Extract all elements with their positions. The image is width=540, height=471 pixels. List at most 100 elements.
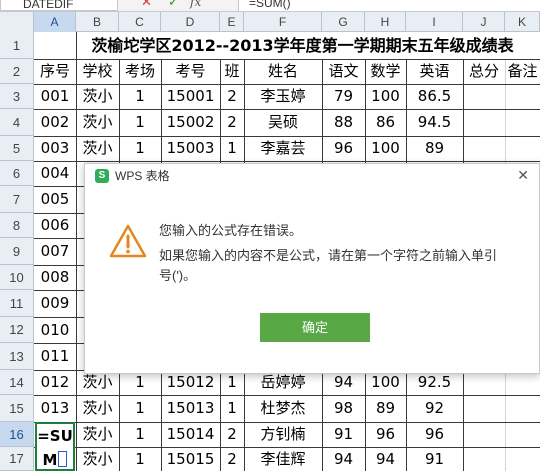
table-cell[interactable]: 茨小 [76, 136, 119, 161]
table-cell[interactable]: 15013 [161, 395, 220, 422]
row-header-17[interactable]: 17 [0, 447, 34, 471]
row-header-14[interactable]: 14 [0, 370, 34, 395]
row-header-16[interactable]: 16 [0, 422, 34, 447]
table-cell[interactable]: 15001 [161, 84, 220, 109]
table-cell[interactable]: 91 [406, 447, 463, 471]
table-cell[interactable]: 1 [220, 395, 244, 422]
table-cell[interactable]: 100 [365, 136, 406, 161]
table-cell[interactable]: 002 [34, 109, 76, 136]
table-cell[interactable]: 100 [365, 84, 406, 109]
column-header-b[interactable]: B [76, 12, 119, 32]
table-cell[interactable]: 李玉婷 [244, 84, 322, 109]
table-cell[interactable]: 茨小 [76, 109, 119, 136]
column-header-k[interactable]: K [505, 12, 540, 32]
table-cell[interactable]: 茨小 [76, 84, 119, 109]
header-cell[interactable]: 语文 [322, 59, 365, 84]
table-cell[interactable]: 92 [406, 395, 463, 422]
table-cell[interactable]: 004 [34, 161, 76, 186]
table-cell[interactable]: 2 [220, 109, 244, 136]
table-cell[interactable]: 1 [119, 422, 161, 447]
table-cell[interactable]: 86.5 [406, 84, 463, 109]
formula-input[interactable]: =SUM() [238, 0, 540, 11]
header-cell[interactable]: 数学 [365, 59, 406, 84]
table-cell[interactable]: 1 [119, 109, 161, 136]
table-cell[interactable]: 1 [119, 447, 161, 471]
table-cell[interactable]: 007 [34, 238, 76, 265]
table-cell[interactable]: 89 [406, 136, 463, 161]
row-header-9[interactable]: 9 [0, 238, 34, 265]
column-header-a[interactable]: A [34, 12, 76, 32]
table-cell[interactable]: 1 [119, 395, 161, 422]
column-header-e[interactable]: E [220, 12, 244, 32]
table-cell[interactable]: 1 [119, 84, 161, 109]
sheet-title[interactable]: 茨榆坨学区2012--2013学年度第一学期期末五年级成绩表 [76, 32, 529, 59]
table-cell[interactable]: 杜梦杰 [244, 395, 322, 422]
row-header-12[interactable]: 12 [0, 317, 34, 343]
table-cell[interactable]: 006 [34, 213, 76, 238]
table-cell[interactable]: 15002 [161, 109, 220, 136]
header-cell[interactable]: 考场 [119, 59, 161, 84]
column-header-c[interactable]: C [119, 12, 161, 32]
column-header-g[interactable]: G [322, 12, 365, 32]
column-header-j[interactable]: J [463, 12, 505, 32]
row-header-4[interactable]: 4 [0, 109, 34, 136]
row-header-3[interactable]: 3 [0, 84, 34, 109]
table-cell[interactable]: 94.5 [406, 109, 463, 136]
table-cell[interactable]: 89 [365, 395, 406, 422]
header-cell[interactable]: 考号 [161, 59, 220, 84]
column-header-d[interactable]: D [161, 12, 220, 32]
column-header-f[interactable]: F [244, 12, 322, 32]
header-cell[interactable]: 序号 [34, 59, 76, 84]
name-box[interactable]: DATEDIF [0, 0, 118, 11]
row-header-8[interactable]: 8 [0, 213, 34, 238]
row-header-5[interactable]: 5 [0, 136, 34, 161]
table-cell[interactable]: 15014 [161, 422, 220, 447]
row-header-6[interactable]: 6 [0, 161, 34, 186]
table-cell[interactable]: 茨小 [76, 395, 119, 422]
table-cell[interactable]: 94 [365, 447, 406, 471]
table-cell[interactable]: 79 [322, 84, 365, 109]
confirm-icon[interactable]: ✓ [168, 0, 179, 10]
table-cell[interactable]: 011 [34, 343, 76, 370]
table-cell[interactable]: 茨小 [76, 447, 119, 471]
table-cell[interactable]: 1 [119, 136, 161, 161]
row-header-1[interactable]: 1 [0, 32, 34, 59]
table-cell[interactable]: 013 [34, 395, 76, 422]
table-cell[interactable]: 98 [322, 395, 365, 422]
table-cell[interactable]: 2 [220, 447, 244, 471]
table-cell[interactable]: 2 [220, 84, 244, 109]
header-cell[interactable]: 学校 [76, 59, 119, 84]
table-cell[interactable]: 15003 [161, 136, 220, 161]
row-header-11[interactable]: 11 [0, 290, 34, 317]
table-cell[interactable]: 012 [34, 370, 76, 395]
ok-button[interactable]: 确定 [260, 313, 370, 342]
header-cell[interactable]: 姓名 [244, 59, 322, 84]
table-cell[interactable]: 李嘉芸 [244, 136, 322, 161]
header-cell[interactable]: 总分 [463, 59, 505, 84]
table-cell[interactable]: 008 [34, 265, 76, 290]
header-cell[interactable]: 班 [220, 59, 244, 84]
row-header-7[interactable]: 7 [0, 186, 34, 213]
table-cell[interactable]: 方钊楠 [244, 422, 322, 447]
table-cell[interactable]: 吴硕 [244, 109, 322, 136]
table-cell[interactable]: 李佳辉 [244, 447, 322, 471]
table-cell[interactable]: 91 [322, 422, 365, 447]
header-cell[interactable]: 英语 [406, 59, 463, 84]
table-cell[interactable]: 003 [34, 136, 76, 161]
table-cell[interactable]: 010 [34, 317, 76, 343]
table-cell[interactable]: 1 [220, 136, 244, 161]
column-header-i[interactable]: I [406, 12, 463, 32]
active-cell-editor[interactable]: =SU M [35, 422, 75, 471]
row-header-13[interactable]: 13 [0, 343, 34, 370]
table-cell[interactable]: 94 [322, 447, 365, 471]
table-cell[interactable]: 96 [322, 136, 365, 161]
row-header-15[interactable]: 15 [0, 395, 34, 422]
row-header-2[interactable]: 2 [0, 59, 34, 84]
table-cell[interactable]: 001 [34, 84, 76, 109]
table-cell[interactable]: 96 [365, 422, 406, 447]
table-cell[interactable]: 2 [220, 422, 244, 447]
table-cell[interactable]: 005 [34, 186, 76, 213]
select-all-corner[interactable] [0, 12, 34, 32]
table-cell[interactable]: 86 [365, 109, 406, 136]
insert-function-icon[interactable]: fx [190, 0, 201, 10]
